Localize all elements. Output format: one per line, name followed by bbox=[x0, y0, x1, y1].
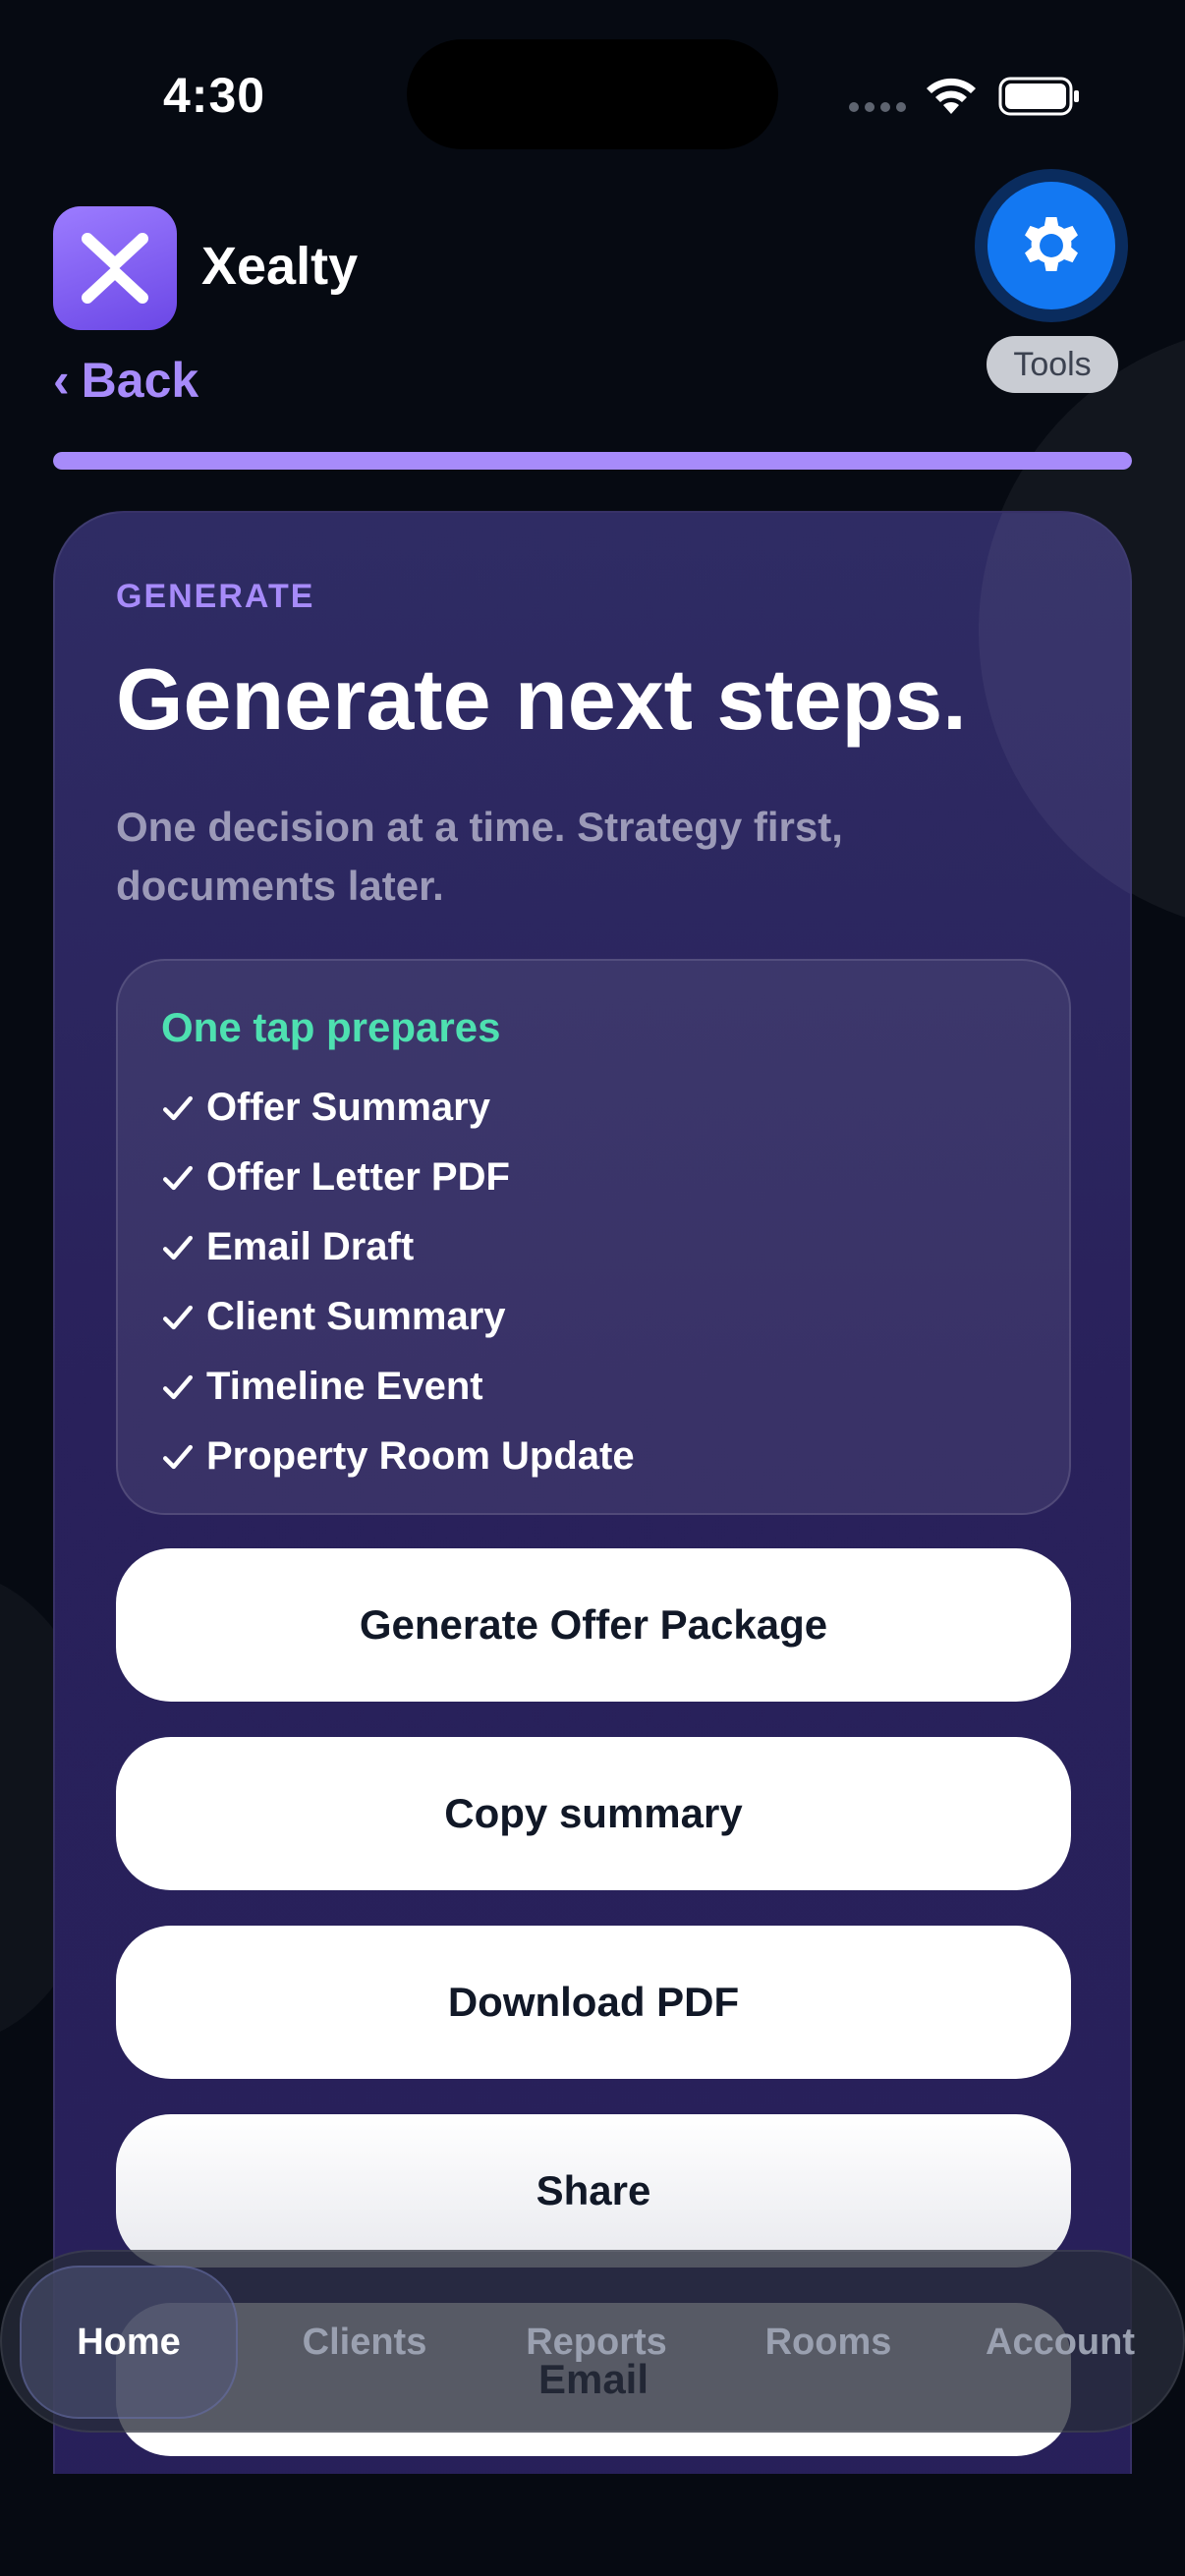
status-time: 4:30 bbox=[163, 68, 266, 123]
app-logo bbox=[53, 206, 177, 330]
home-indicator-area bbox=[0, 2474, 1185, 2576]
back-button[interactable]: ‹ Back bbox=[53, 352, 198, 409]
list-item: Client Summary bbox=[161, 1282, 635, 1352]
check-icon bbox=[162, 1165, 194, 1190]
list-item-label: Offer Summary bbox=[206, 1086, 490, 1129]
download-pdf-button[interactable]: Download PDF bbox=[116, 1926, 1071, 2079]
list-item-label: Property Room Update bbox=[206, 1434, 635, 1478]
card-title: Generate next steps. bbox=[116, 650, 967, 748]
tools-button-inner bbox=[988, 182, 1115, 309]
list-item: Property Room Update bbox=[161, 1422, 635, 1491]
check-icon bbox=[162, 1444, 194, 1469]
progress-fill bbox=[53, 452, 1132, 470]
battery-icon bbox=[998, 77, 1079, 116]
prepares-list-box: One tap prepares Offer Summary Offer Let… bbox=[116, 959, 1071, 1515]
tab-rooms[interactable]: Rooms bbox=[719, 2266, 937, 2419]
bottom-tab-bar: Home Clients Reports Rooms Account bbox=[0, 2250, 1185, 2433]
card-subtitle: One decision at a time. Strategy first, … bbox=[116, 804, 843, 909]
list-item: Offer Letter PDF bbox=[161, 1143, 635, 1212]
app-name: Xealty bbox=[201, 237, 359, 296]
list-item: Timeline Event bbox=[161, 1352, 635, 1422]
list-item: Offer Summary bbox=[161, 1073, 635, 1143]
tab-clients[interactable]: Clients bbox=[255, 2266, 474, 2419]
check-icon bbox=[162, 1374, 194, 1399]
gear-icon bbox=[1025, 216, 1078, 271]
cellular-signal-icon bbox=[849, 102, 906, 112]
share-button[interactable]: Share bbox=[116, 2114, 1071, 2268]
section-eyebrow: GENERATE bbox=[116, 578, 315, 615]
check-icon bbox=[162, 1095, 194, 1120]
wifi-icon bbox=[927, 78, 976, 114]
chevron-left-icon: ‹ bbox=[53, 353, 70, 408]
prepares-list: Offer Summary Offer Letter PDF Email Dra… bbox=[161, 1073, 635, 1491]
progress-bar bbox=[53, 452, 1132, 470]
tab-home[interactable]: Home bbox=[20, 2266, 238, 2419]
dynamic-island bbox=[407, 39, 778, 149]
tab-account[interactable]: Account bbox=[951, 2266, 1169, 2419]
list-item-label: Offer Letter PDF bbox=[206, 1155, 510, 1199]
list-item-label: Client Summary bbox=[206, 1295, 506, 1338]
tools-button[interactable] bbox=[975, 169, 1128, 322]
generate-offer-package-button[interactable]: Generate Offer Package bbox=[116, 1548, 1071, 1702]
app-screen: 4:30 Xealty ‹ Back Tools GENERATE Genera… bbox=[0, 0, 1185, 2576]
list-item: Email Draft bbox=[161, 1212, 635, 1282]
check-icon bbox=[162, 1305, 194, 1329]
tools-label: Tools bbox=[987, 336, 1118, 393]
check-icon bbox=[162, 1235, 194, 1260]
copy-summary-button[interactable]: Copy summary bbox=[116, 1737, 1071, 1890]
list-item-label: Email Draft bbox=[206, 1225, 415, 1268]
tab-reports[interactable]: Reports bbox=[487, 2266, 705, 2419]
prepares-heading: One tap prepares bbox=[161, 1004, 501, 1050]
x-logo-icon bbox=[82, 233, 148, 304]
list-item-label: Timeline Event bbox=[206, 1365, 483, 1408]
back-label: Back bbox=[81, 353, 199, 408]
